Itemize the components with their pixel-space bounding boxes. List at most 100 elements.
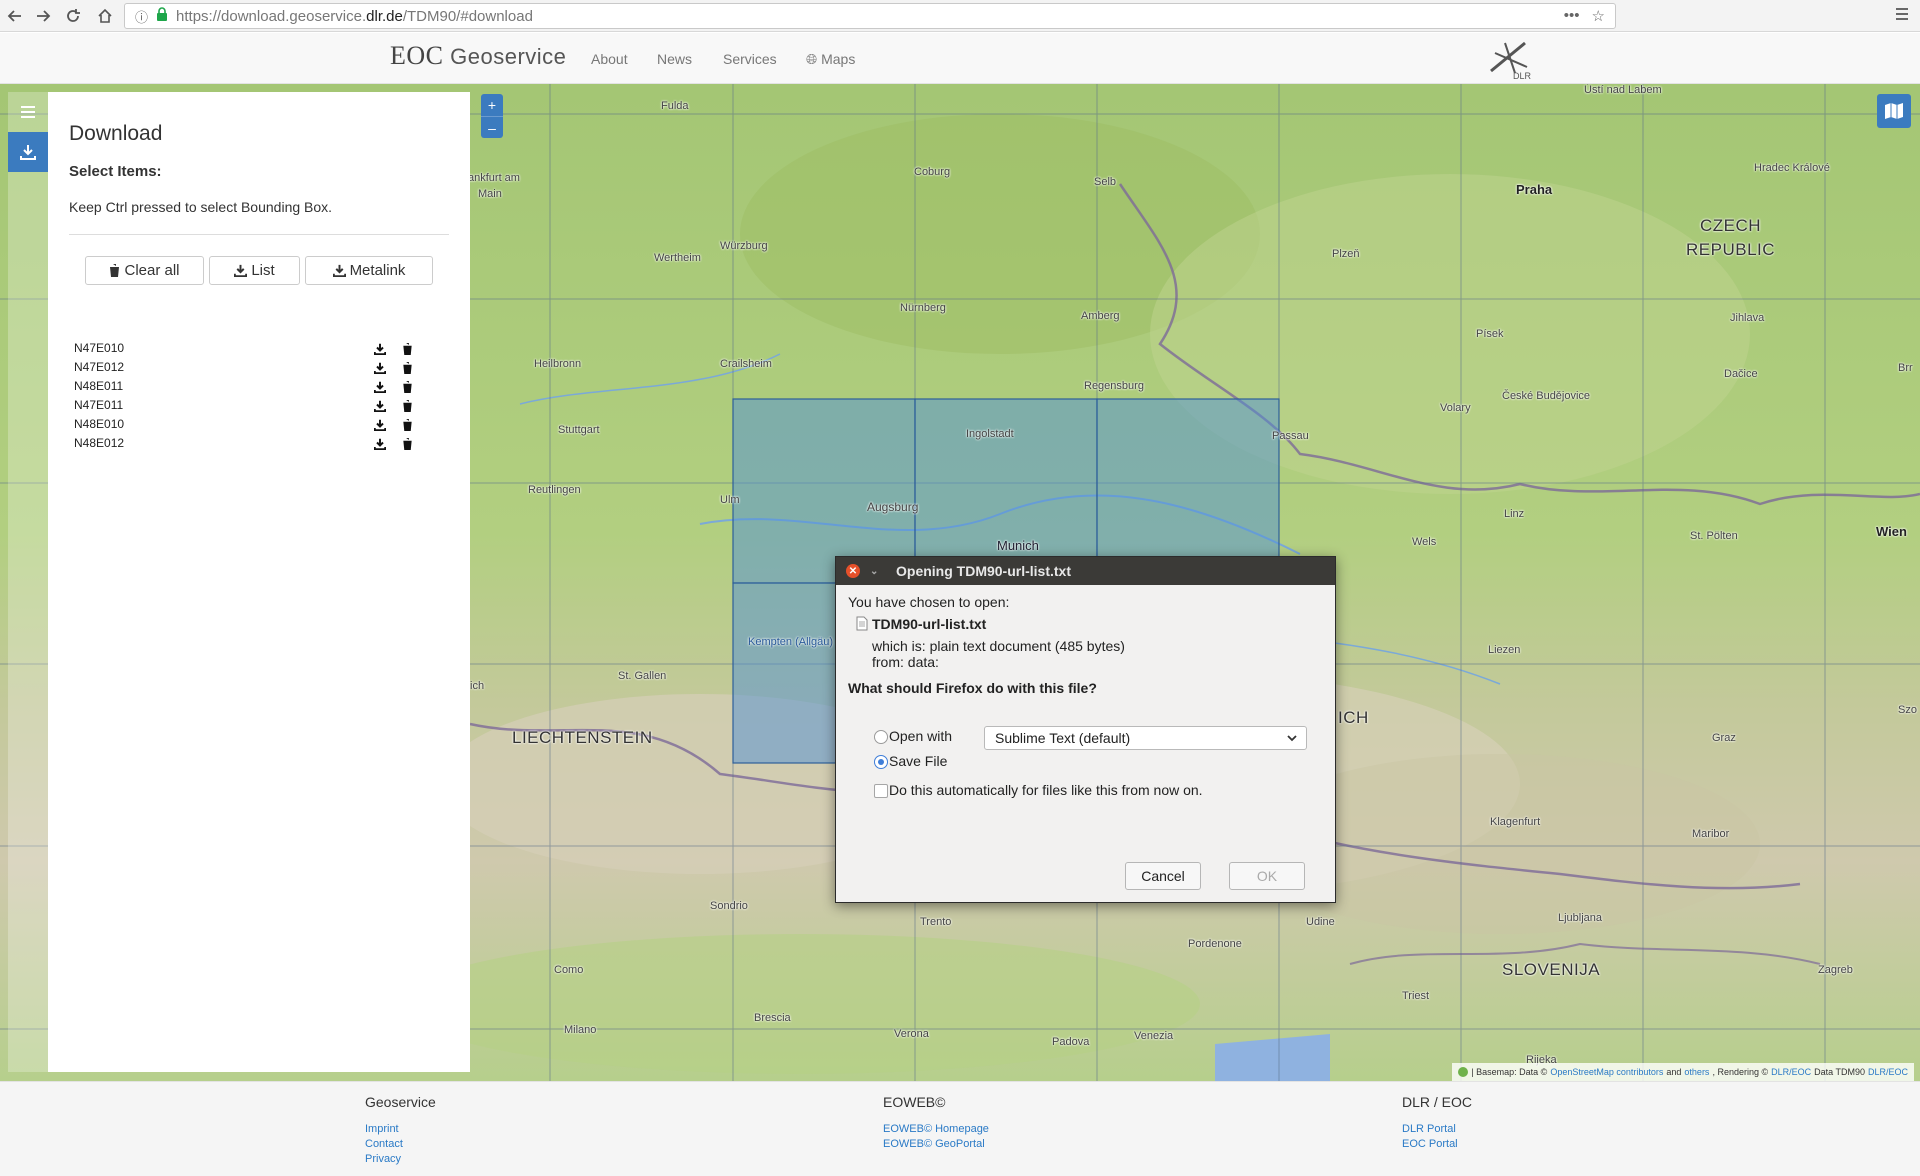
trash-icon [109, 264, 121, 277]
save-file-label[interactable]: Save File [889, 753, 947, 769]
trash-icon[interactable] [402, 362, 413, 377]
download-icon[interactable] [373, 419, 387, 434]
footer-link-dlr-portal[interactable]: DLR Portal [1402, 1122, 1472, 1137]
map-label-liechtenstein: LIECHTENSTEIN [512, 728, 653, 747]
page-actions-icon[interactable]: ••• [1564, 7, 1580, 25]
footer-link-eoweb-geoportal[interactable]: EOWEB© GeoPortal [883, 1137, 989, 1152]
attribution-others-link[interactable]: others [1684, 1067, 1709, 1077]
map-label-padova: Padova [1052, 1036, 1090, 1048]
dlr-logo[interactable]: DLR [1485, 37, 1535, 81]
dialog-title: Opening TDM90-url-list.txt [896, 563, 1071, 579]
footer-eoweb: EOWEB© EOWEB© Homepage EOWEB© GeoPortal [883, 1094, 989, 1152]
map-label-ljubljana: Ljubljana [1558, 912, 1603, 924]
map-label-stgallen: St. Gallen [618, 670, 667, 682]
footer-link-imprint[interactable]: Imprint [365, 1122, 436, 1137]
panel-title: Download [69, 122, 163, 145]
nav-services[interactable]: Services [723, 51, 777, 67]
tile-name: N47E012 [74, 360, 125, 374]
footer-link-privacy[interactable]: Privacy [365, 1152, 436, 1167]
reload-icon[interactable] [60, 4, 86, 28]
map-label-czech: CZECH [1700, 216, 1762, 235]
close-icon[interactable]: ✕ [846, 564, 860, 578]
dialog-titlebar: ✕ ⌄ Opening TDM90-url-list.txt [836, 557, 1335, 585]
auto-label[interactable]: Do this automatically for files like thi… [889, 782, 1203, 798]
nav-maps[interactable]: 🌐︎ Maps [806, 51, 855, 68]
application-select[interactable]: Sublime Text (default) [984, 726, 1307, 750]
url-bar[interactable]: ⓘ https://download.geoservice. dlr.de/TDM… [124, 3, 1616, 29]
sidebar-download-tab[interactable] [8, 132, 48, 172]
map-label-republic: REPUBLIC [1686, 240, 1776, 259]
nav-about[interactable]: About [591, 51, 628, 67]
info-icon[interactable]: ⓘ [135, 7, 148, 26]
tile-name: N48E011 [74, 379, 124, 393]
forward-icon[interactable] [30, 4, 56, 28]
download-icon[interactable] [373, 362, 387, 377]
clear-all-label: Clear all [124, 262, 180, 279]
footer-link-contact[interactable]: Contact [365, 1137, 436, 1152]
tile-item: N48E012 [74, 436, 450, 454]
map-label-wurzburg: Würzburg [720, 240, 768, 252]
map-label-linz: Linz [1504, 508, 1525, 520]
attribution-osm-link[interactable]: OpenStreetMap contributors [1550, 1067, 1663, 1077]
map-label-reutlingen: Reutlingen [528, 484, 581, 496]
browser-toolbar: ⓘ https://download.geoservice. dlr.de/TDM… [0, 0, 1920, 32]
attribution-prefix: | Basemap: Data © [1471, 1067, 1548, 1077]
leaflet-icon [1458, 1067, 1469, 1077]
map-label-stpolten: St. Pölten [1690, 530, 1738, 542]
zoom-in-button[interactable]: + [481, 94, 503, 116]
map-label-udine: Udine [1306, 916, 1335, 928]
metalink-button[interactable]: Metalink [305, 256, 433, 285]
attribution-dlr-link[interactable]: DLR/EOC [1771, 1067, 1811, 1077]
back-icon[interactable] [2, 4, 28, 28]
footer-link-eoc-portal[interactable]: EOC Portal [1402, 1137, 1472, 1152]
trash-icon[interactable] [402, 438, 413, 453]
map-label-munich: Munich [997, 538, 1039, 553]
trash-icon[interactable] [402, 400, 413, 415]
map-label-slovenija: SLOVENIJA [1502, 960, 1601, 979]
attribution-and: and [1666, 1067, 1682, 1077]
map-layers-icon [1885, 103, 1903, 119]
minimize-icon[interactable]: ⌄ [870, 566, 884, 577]
list-button[interactable]: List [209, 256, 300, 285]
zoom-control: + – [481, 94, 503, 138]
bookmark-star-icon[interactable]: ☆ [1592, 7, 1605, 25]
footer-heading: Geoservice [365, 1094, 436, 1110]
open-with-label[interactable]: Open with [889, 728, 952, 744]
download-icon[interactable] [373, 438, 387, 453]
zoom-out-button[interactable]: – [481, 116, 503, 138]
map-label-budejovice: České Budějovice [1502, 390, 1591, 402]
brand-logo[interactable]: EOC Geoservice [390, 41, 566, 71]
nav-news[interactable]: News [657, 51, 692, 67]
layers-button[interactable] [1877, 94, 1911, 128]
trash-icon[interactable] [402, 381, 413, 396]
attribution-dlr2-link[interactable]: DLR/EOC [1868, 1067, 1908, 1077]
footer-link-eoweb-homepage[interactable]: EOWEB© Homepage [883, 1122, 989, 1137]
trash-icon[interactable] [402, 419, 413, 434]
map-label-fulda: Fulda [661, 100, 689, 112]
save-file-radio[interactable] [874, 755, 888, 769]
cancel-button[interactable]: Cancel [1125, 862, 1201, 890]
open-with-radio[interactable] [874, 730, 888, 744]
download-icon[interactable] [373, 343, 387, 358]
globe-icon: 🌐︎ [806, 51, 818, 67]
download-icon[interactable] [373, 400, 387, 415]
footer-heading: DLR / EOC [1402, 1094, 1473, 1110]
brand-name: Geoservice [450, 44, 567, 69]
hamburger-menu-icon[interactable] [1894, 6, 1910, 27]
sidebar-tabs [8, 92, 48, 1072]
ok-button[interactable]: OK [1229, 862, 1305, 890]
clear-all-button[interactable]: Clear all [85, 256, 204, 285]
action-question: What should Firefox do with this file? [848, 680, 1097, 696]
trash-icon[interactable] [402, 343, 413, 358]
download-panel: Download Select Items: Keep Ctrl pressed… [48, 92, 470, 1072]
map-label-crailsheim: Crailsheim [720, 358, 772, 370]
download-icon [20, 145, 36, 160]
sidebar-menu-tab[interactable] [8, 92, 48, 132]
open-file-dialog: ✕ ⌄ Opening TDM90-url-list.txt You have … [835, 556, 1336, 903]
brand-eoc: EOC [390, 41, 444, 70]
home-icon[interactable] [92, 4, 118, 28]
application-select-value: Sublime Text (default) [995, 730, 1131, 746]
download-icon[interactable] [373, 381, 387, 396]
map-label-augsburg: Augsburg [867, 500, 919, 514]
auto-checkbox[interactable] [874, 784, 888, 798]
